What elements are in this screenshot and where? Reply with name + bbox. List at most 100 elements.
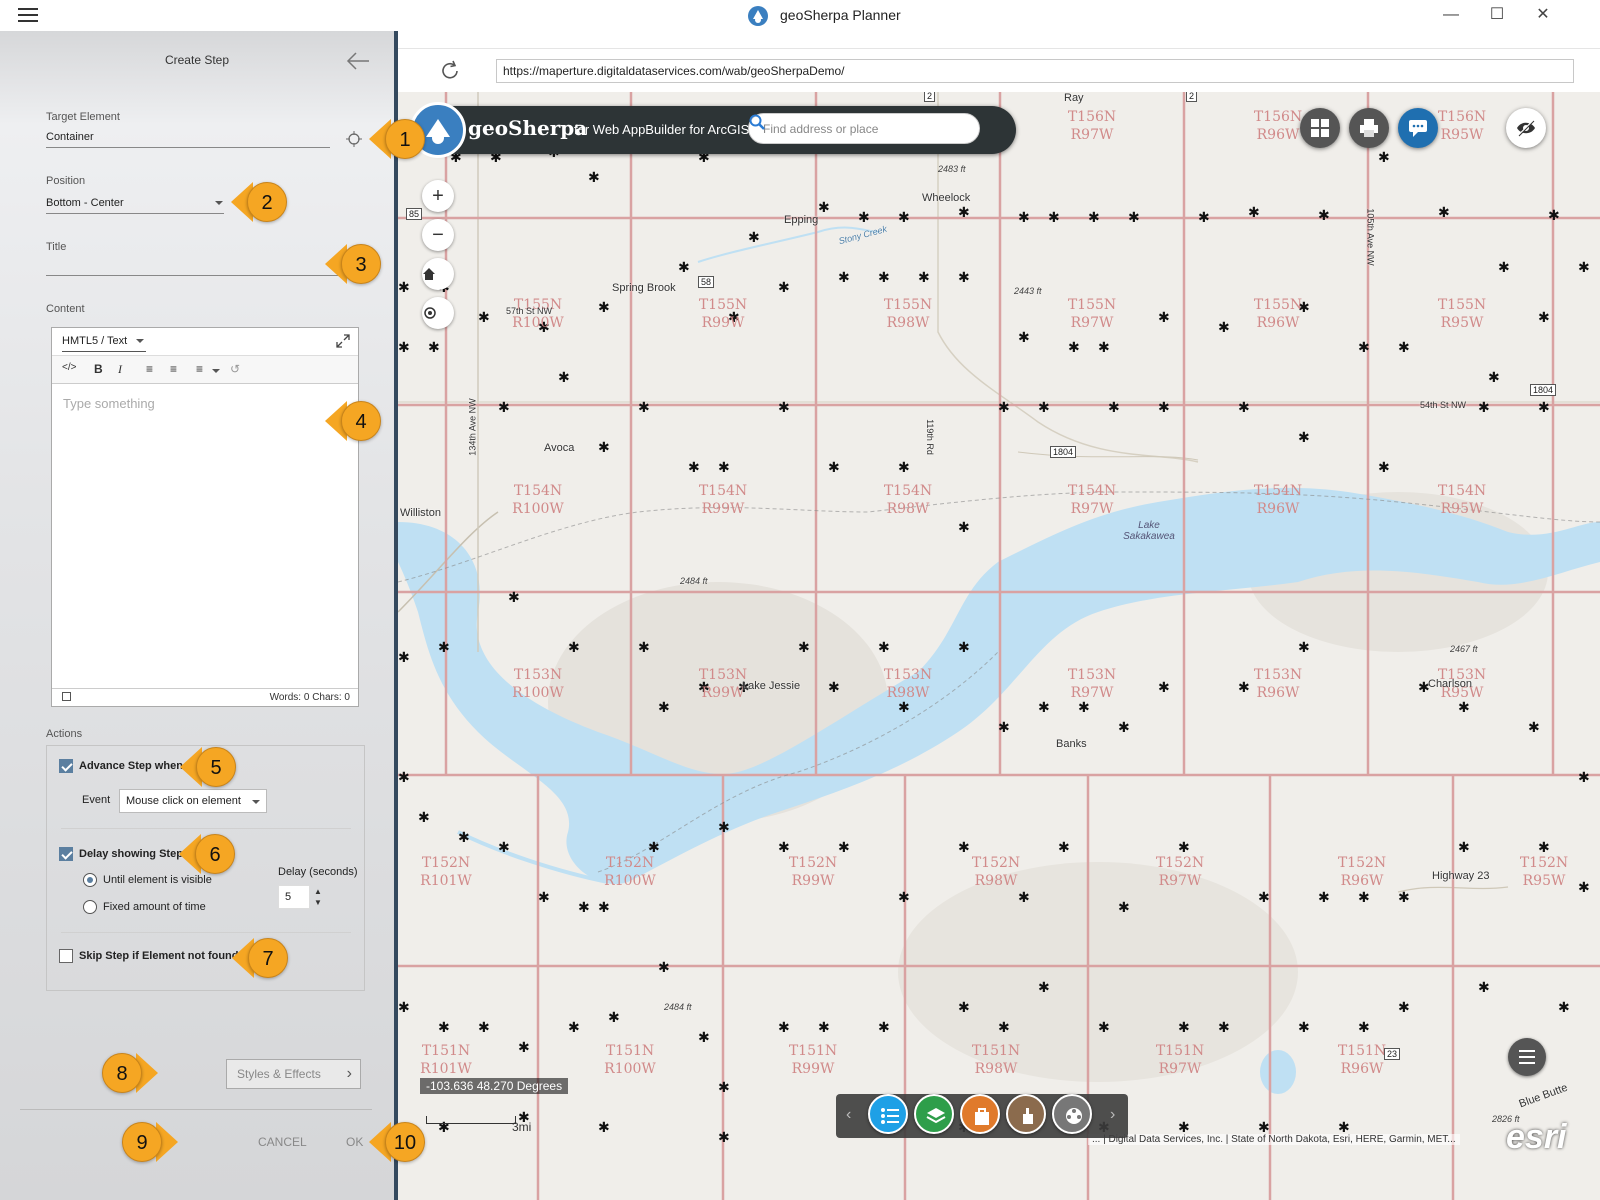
- svg-text:✱: ✱: [1548, 208, 1560, 224]
- advance-step-checkbox[interactable]: [59, 759, 73, 773]
- svg-text:✱: ✱: [478, 1020, 490, 1036]
- hide-button[interactable]: [1506, 108, 1546, 148]
- close-button[interactable]: ✕: [1529, 3, 1557, 27]
- fixed-time-radio[interactable]: [83, 900, 97, 914]
- svg-text:✱: ✱: [1528, 720, 1540, 736]
- undo-icon[interactable]: ↺: [230, 362, 240, 376]
- editor-placeholder: Type something: [63, 396, 155, 411]
- dock-prev-icon[interactable]: ‹: [846, 1106, 851, 1124]
- geosherpa-subtitle: for Web AppBuilder for ArcGIS: [574, 122, 750, 137]
- township-label: T156N R97W: [1052, 108, 1132, 144]
- svg-text:✱: ✱: [998, 720, 1010, 736]
- svg-text:✱: ✱: [1498, 260, 1510, 276]
- chat-button[interactable]: [1398, 108, 1438, 148]
- minimize-button[interactable]: —: [1437, 3, 1465, 27]
- svg-text:✱: ✱: [718, 820, 730, 836]
- reload-icon[interactable]: [438, 59, 462, 83]
- numbered-list-icon[interactable]: ≡: [170, 362, 177, 376]
- legend-button[interactable]: [1508, 1038, 1546, 1076]
- bulleted-list-icon: [881, 1108, 899, 1124]
- event-label: Event: [82, 794, 111, 806]
- svg-text:✱: ✱: [1038, 700, 1050, 716]
- delay-step-checkbox[interactable]: [59, 847, 73, 861]
- cancel-button[interactable]: CANCEL: [258, 1135, 307, 1149]
- bold-icon[interactable]: B: [94, 362, 103, 376]
- zoom-in-button[interactable]: +: [422, 180, 454, 212]
- township-number: T153N: [883, 667, 933, 683]
- event-select[interactable]: Mouse click on element: [119, 789, 267, 813]
- coordinate-readout: -103.636 48.270 Degrees: [420, 1078, 569, 1094]
- stepper-arrows-icon[interactable]: ▲ ▼: [314, 886, 322, 908]
- place-label: Highway 23: [1432, 870, 1490, 882]
- until-visible-label: Until element is visible: [103, 874, 212, 886]
- url-input[interactable]: https://maperture.digitaldataservices.co…: [496, 59, 1574, 83]
- target-element-field[interactable]: Container: [46, 131, 94, 143]
- map-view[interactable]: ✱ ✱ ✱ ✱ ✱ ✱ ✱ ✱ ✱ ✱ ✱ ✱ ✱ ✱ ✱ ✱ ✱ ✱ ✱ ✱ ✱ ✱ ✱ ✱ ✱ ✱ ✱ ✱ ✱ ✱ ✱ ✱ ✱…: [398, 92, 1600, 1200]
- dock-layers-button[interactable]: [914, 1094, 954, 1134]
- svg-text:✱: ✱: [1178, 1020, 1190, 1036]
- dock-list-button[interactable]: [868, 1094, 908, 1134]
- content-label: Content: [46, 303, 85, 315]
- township-number: T152N: [1155, 855, 1205, 871]
- maximize-button[interactable]: ☐: [1483, 3, 1511, 27]
- chat-bubble-icon: [1409, 120, 1427, 137]
- dropdown-caret-icon[interactable]: [212, 369, 220, 373]
- delay-seconds-label: Delay (seconds): [278, 866, 358, 878]
- dropdown-caret-icon[interactable]: [215, 201, 223, 205]
- svg-text:✱: ✱: [438, 640, 450, 656]
- hand-drawing-icon: [1023, 1108, 1033, 1124]
- township-label: T155N R97W: [1052, 296, 1132, 332]
- dropdown-caret-icon[interactable]: [136, 339, 144, 343]
- range-number: R96W: [1340, 873, 1384, 889]
- source-code-icon[interactable]: </>: [62, 362, 76, 373]
- dock-tools-button[interactable]: [1052, 1094, 1092, 1134]
- back-arrow-icon[interactable]: [346, 51, 370, 71]
- svg-text:✱: ✱: [428, 340, 440, 356]
- content-editor[interactable]: HMTL5 / Text </> B I ≡ ≡ ≡ ↺ Type someth…: [51, 327, 359, 707]
- ok-button[interactable]: OK: [346, 1135, 363, 1149]
- svg-text:✱: ✱: [1478, 400, 1490, 416]
- place-label: Lake Jessie: [742, 680, 801, 692]
- grid-view-button[interactable]: [1300, 108, 1340, 148]
- dock-draw-button[interactable]: [1006, 1094, 1046, 1134]
- styles-effects-button[interactable]: Styles & Effects ›: [226, 1059, 361, 1089]
- expand-icon[interactable]: [336, 334, 350, 348]
- highway-shield: 2: [1186, 92, 1198, 102]
- print-button[interactable]: [1349, 108, 1389, 148]
- search-icon[interactable]: [749, 114, 765, 130]
- browser-bar: https://maperture.digitaldataservices.co…: [398, 48, 1600, 92]
- resize-icon[interactable]: [62, 692, 71, 701]
- highway-shield: 1804: [1530, 384, 1557, 396]
- window-titlebar: geoSherpa Planner — ☐ ✕: [0, 0, 1600, 31]
- township-label: T153N R100W: [498, 666, 578, 702]
- dock-basemap-button[interactable]: [960, 1094, 1000, 1134]
- highway-shield: 23: [1384, 1048, 1401, 1060]
- range-number: R99W: [791, 873, 835, 889]
- svg-text:✱: ✱: [1358, 890, 1370, 906]
- zoom-out-button[interactable]: −: [422, 219, 454, 251]
- until-visible-radio[interactable]: [83, 873, 97, 887]
- align-icon[interactable]: ≡: [196, 362, 203, 376]
- svg-text:✱: ✱: [1248, 205, 1260, 221]
- crosshair-icon[interactable]: [346, 131, 362, 147]
- hamburger-menu-icon[interactable]: [18, 8, 38, 22]
- home-button[interactable]: [422, 258, 454, 290]
- svg-text:✱: ✱: [918, 270, 930, 286]
- locate-button[interactable]: [422, 297, 454, 329]
- search-input[interactable]: Find address or place: [748, 113, 980, 144]
- editor-mode-select[interactable]: HMTL5 / Text: [62, 335, 127, 347]
- range-number: R101W: [420, 1061, 472, 1077]
- township-label: T153N R98W: [868, 666, 948, 702]
- delay-seconds-input[interactable]: 5: [278, 885, 310, 909]
- township-number: T153N: [1067, 667, 1117, 683]
- svg-text:✱: ✱: [1158, 310, 1170, 326]
- italic-icon[interactable]: I: [118, 362, 122, 377]
- highway-shield: 85: [406, 208, 423, 220]
- svg-text:✱: ✱: [508, 590, 520, 606]
- skip-step-checkbox[interactable]: [59, 949, 73, 963]
- position-select[interactable]: Bottom - Center: [46, 197, 124, 209]
- dock-next-icon[interactable]: ›: [1110, 1106, 1115, 1124]
- lake-label: Lake Sakakawea: [1123, 520, 1175, 542]
- svg-text:✱: ✱: [998, 400, 1010, 416]
- bullet-list-icon[interactable]: ≡: [146, 362, 153, 376]
